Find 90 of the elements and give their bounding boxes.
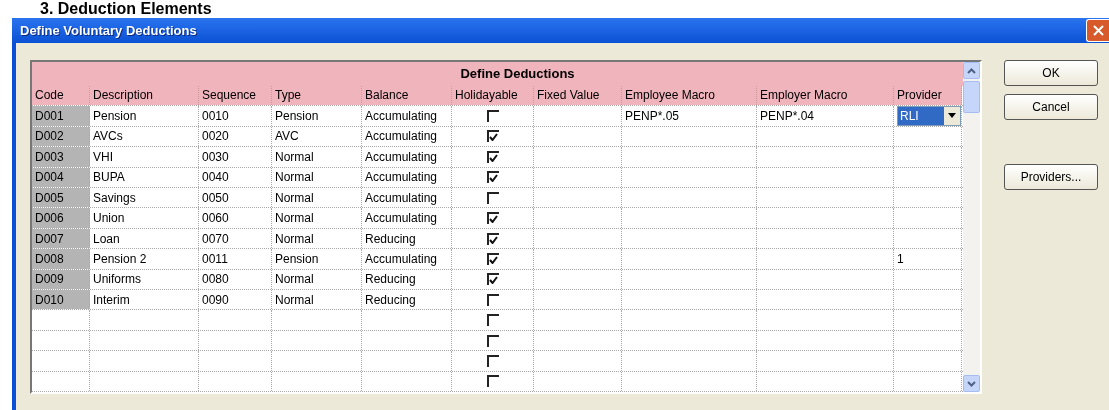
table-cell: D010 — [32, 290, 90, 310]
provider-dropdown[interactable]: RLI — [897, 106, 961, 126]
scrollbar-thumb[interactable] — [963, 81, 980, 113]
table-cell: AVC — [272, 126, 362, 147]
table-cell: D009 — [32, 269, 90, 289]
chevron-down-icon — [967, 380, 976, 387]
table-cell: PENP*.04 — [757, 106, 894, 126]
table-cell: 0040 — [199, 167, 272, 187]
checkbox[interactable] — [486, 212, 499, 225]
checkbox[interactable] — [486, 130, 499, 143]
table-cell: 1 — [894, 249, 962, 269]
checkbox[interactable] — [486, 314, 499, 327]
table-cell: Normal — [272, 208, 362, 228]
table-cell: 0030 — [199, 147, 272, 167]
checkbox[interactable] — [486, 293, 499, 306]
dialog-button[interactable]: OK — [1004, 60, 1098, 86]
table-cell: 0011 — [199, 249, 272, 269]
table-cell: D002 — [32, 126, 90, 147]
checkbox[interactable] — [486, 252, 499, 265]
scrollbar[interactable] — [963, 62, 980, 392]
table-cell: Pension — [272, 249, 362, 269]
column-header: Employer Macro — [757, 85, 894, 106]
table-cell: 0090 — [199, 290, 272, 310]
column-header: Holidayable — [452, 85, 534, 106]
table-cell: D006 — [32, 208, 90, 228]
checkbox[interactable] — [486, 375, 499, 388]
table-cell: Normal — [272, 147, 362, 167]
table-cell: Accumulating — [362, 249, 452, 269]
dialog-button[interactable]: Cancel — [1004, 94, 1098, 120]
table-cell: Normal — [272, 228, 362, 249]
checkbox[interactable] — [486, 273, 499, 286]
table-cell: Accumulating — [362, 147, 452, 167]
page-heading: 3. Deduction Elements — [40, 0, 212, 18]
column-header: Description — [90, 85, 199, 106]
table-cell: 0050 — [199, 188, 272, 208]
table-cell: Accumulating — [362, 208, 452, 228]
checkbox[interactable] — [486, 232, 499, 245]
checkbox[interactable] — [486, 109, 499, 122]
table-cell: Accumulating — [362, 167, 452, 187]
table-cell: AVCs — [90, 126, 199, 147]
window-title: Define Voluntary Deductions — [20, 23, 197, 38]
checkbox[interactable] — [486, 150, 499, 163]
grid-title: Define Deductions — [32, 62, 963, 86]
table-cell: Normal — [272, 188, 362, 208]
table-cell: Reducing — [362, 290, 452, 310]
table-cell: Accumulating — [362, 188, 452, 208]
table-cell: 0010 — [199, 106, 272, 126]
caret-icon — [948, 113, 956, 119]
column-header: Sequence — [199, 85, 272, 106]
checkbox[interactable] — [486, 334, 499, 347]
table-cell: Reducing — [362, 228, 452, 249]
dialog-button[interactable]: Providers... — [1004, 164, 1098, 190]
table-cell: Accumulating — [362, 106, 452, 126]
table-cell: Reducing — [362, 269, 452, 289]
table-cell: BUPA — [90, 167, 199, 187]
table-cell: VHI — [90, 147, 199, 167]
table-cell: D004 — [32, 167, 90, 187]
close-button[interactable] — [1086, 19, 1109, 42]
table-cell: Savings — [90, 188, 199, 208]
column-header: Provider — [894, 85, 962, 106]
table-cell: Normal — [272, 167, 362, 187]
checkbox[interactable] — [486, 354, 499, 367]
chevron-up-icon — [967, 67, 976, 74]
table-cell: Normal — [272, 290, 362, 310]
table-cell: Pension — [272, 106, 362, 126]
table-cell: PENP*.05 — [622, 106, 757, 126]
column-header: Type — [272, 85, 362, 106]
table-cell: D007 — [32, 228, 90, 249]
table-cell: Pension — [90, 106, 199, 126]
table-cell: D003 — [32, 147, 90, 167]
table-cell: D001 — [32, 106, 90, 126]
table-cell: Uniforms — [90, 269, 199, 289]
table-cell: D005 — [32, 188, 90, 208]
table-cell: 0070 — [199, 228, 272, 249]
column-header: Balance — [362, 85, 452, 106]
checkbox[interactable] — [486, 171, 499, 184]
close-icon — [1092, 25, 1104, 36]
table-cell: 0060 — [199, 208, 272, 228]
column-header: Employee Macro — [622, 85, 757, 106]
table-cell: 0080 — [199, 269, 272, 289]
column-header: Code — [32, 85, 90, 106]
column-header: Fixed Value — [534, 85, 622, 106]
table-cell: D008 — [32, 249, 90, 269]
checkbox[interactable] — [486, 191, 499, 204]
table-cell: Pension 2 — [90, 249, 199, 269]
table-cell: Union — [90, 208, 199, 228]
table-cell: Accumulating — [362, 126, 452, 147]
table-cell: Normal — [272, 269, 362, 289]
table-cell: 0020 — [199, 126, 272, 147]
table-cell: Loan — [90, 228, 199, 249]
